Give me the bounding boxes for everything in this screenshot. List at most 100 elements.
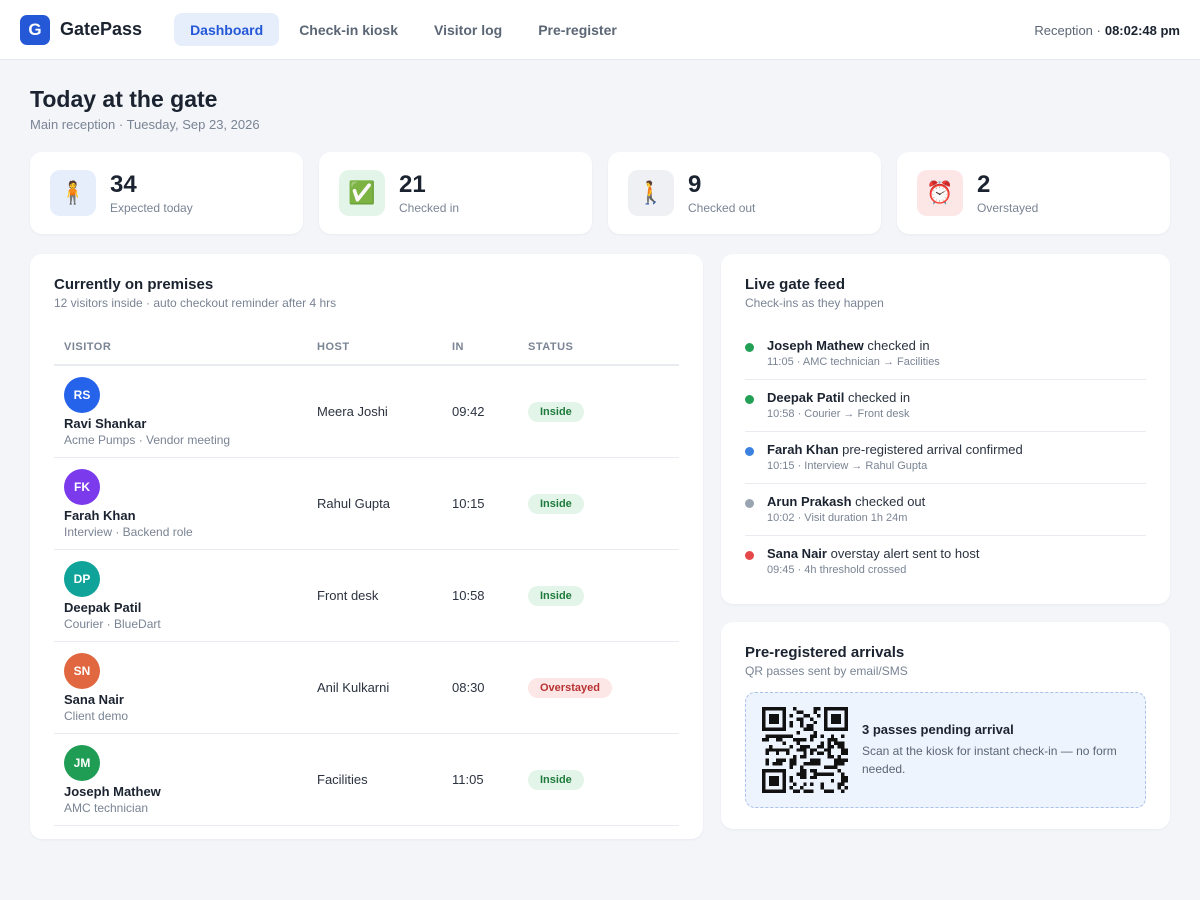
nav-dashboard[interactable]: Dashboard (174, 13, 280, 46)
feed-action: checked in (844, 390, 911, 405)
host-cell: Meera Joshi (317, 404, 388, 419)
check-in-time: 10:15 (452, 496, 485, 511)
feed-meta: 10:58 · Courier → Front desk (767, 408, 910, 420)
visitor-name: Ravi Shankar (64, 415, 147, 431)
premises-subtitle: 12 visitors inside · auto checkout remin… (54, 296, 337, 310)
visitor-meta: Courier · BlueDart (64, 616, 161, 631)
logo-icon: G (20, 14, 50, 45)
visitor-cell: FK Farah Khan Interview · Backend role (54, 468, 317, 539)
location-clock: Reception · 08:02:48 pm (1034, 0, 1180, 60)
table-row[interactable]: DP Deepak Patil Courier · BlueDart Front de… (54, 550, 679, 642)
visitor-name: Deepak Patil (64, 599, 142, 615)
status-dot-icon (745, 395, 754, 404)
feed-meta: 09:45 · 4h threshold crossed (767, 564, 907, 576)
table-row[interactable]: FK Farah Khan Interview · Backend role Rahu… (54, 458, 679, 550)
visitor-cell: JM Joseph Mathew AMC technician (54, 744, 317, 815)
feed-item[interactable]: Farah Khan pre-registered arrival confir… (745, 432, 1146, 484)
status-badge: Inside (528, 769, 584, 790)
main-nav: Dashboard Check-in kiosk Visitor log Pre… (174, 13, 637, 46)
premises-title: Currently on premises (54, 276, 214, 293)
table-row[interactable]: JM Joseph Mathew AMC technician Facilities 1… (54, 734, 679, 826)
alarm-clock-icon: ⏰ (917, 170, 963, 216)
stat-card-checked-in[interactable]: ✅ 21 Checked in (319, 152, 592, 234)
feed-event: Deepak Patil checked in (767, 390, 1146, 405)
check-icon: ✅ (339, 170, 385, 216)
feed-event: Sana Nair overstay alert sent to host (767, 546, 1146, 561)
brand[interactable]: G GatePass (20, 14, 143, 45)
status-dot-icon (745, 343, 754, 352)
visitors-table: VISITOR HOST IN STATUS RS Ravi Shankar Acm… (54, 330, 679, 826)
feed-person: Joseph Mathew (767, 338, 864, 353)
feed-event: Farah Khan pre-registered arrival confir… (767, 442, 1146, 457)
stat-value: 9 (688, 170, 702, 198)
status-dot-icon (745, 499, 754, 508)
visitor-name: Sana Nair (64, 691, 124, 707)
visitor-meta: AMC technician (64, 800, 149, 815)
check-in-time: 09:42 (452, 404, 485, 419)
column-header-in[interactable]: IN (452, 341, 528, 353)
feed-meta: 10:02 · Visit duration 1h 24m (767, 512, 908, 524)
status-badge: Inside (528, 401, 584, 422)
check-in-time: 11:05 (452, 772, 484, 787)
page-subtitle: Main reception · Tuesday, Sep 23, 2026 (30, 117, 260, 132)
stat-card-checked-out[interactable]: 🚶 9 Checked out (608, 152, 881, 234)
app-name: GatePass (60, 19, 143, 39)
host-cell: Facilities (317, 772, 368, 787)
feed-event: Arun Prakash checked out (767, 494, 1146, 509)
column-header-status[interactable]: STATUS (528, 341, 678, 353)
nav-pre-register[interactable]: Pre-register (522, 13, 633, 46)
person-standing-icon: 🧍 (50, 170, 96, 216)
nav-check-in-kiosk[interactable]: Check-in kiosk (283, 13, 414, 46)
avatar: SN (64, 652, 100, 689)
stat-card-overstayed[interactable]: ⏰ 2 Overstayed (897, 152, 1170, 234)
person-walking-icon: 🚶 (628, 170, 674, 216)
feed-item[interactable]: Deepak Patil checked in 10:58 · Courier →… (745, 380, 1146, 432)
host-cell: Anil Kulkarni (317, 680, 390, 695)
avatar: JM (64, 744, 100, 781)
status-badge: Overstayed (528, 677, 612, 698)
stat-label: Overstayed (977, 200, 1039, 215)
visitor-meta: Acme Pumps · Vendor meeting (64, 432, 231, 447)
gate-feed-card: Live gate feed Check-ins as they happen … (721, 254, 1170, 604)
feed-item[interactable]: Sana Nair overstay alert sent to host 09:… (745, 536, 1146, 588)
table-row[interactable]: RS Ravi Shankar Acme Pumps · Vendor meetin… (54, 366, 679, 458)
host-cell: Front desk (317, 588, 379, 603)
visitor-cell: SN Sana Nair Client demo (54, 652, 317, 723)
feed-person: Deepak Patil (767, 390, 845, 405)
column-header-host[interactable]: HOST (317, 341, 452, 353)
column-header-visitor[interactable]: VISITOR (54, 341, 317, 353)
qr-pass-box[interactable]: 3 passes pending arrival Scan at the kio… (745, 692, 1146, 808)
top-bar: G GatePass Dashboard Check-in kiosk Visi… (0, 0, 1200, 60)
status-dot-icon (745, 447, 754, 456)
feed-person: Sana Nair (767, 546, 827, 561)
table-row[interactable]: SN Sana Nair Client demo Anil Kulkarni 08:30… (54, 642, 679, 734)
table-header: VISITOR HOST IN STATUS (54, 330, 679, 366)
visitor-cell: DP Deepak Patil Courier · BlueDart (54, 560, 317, 631)
qr-instructions: Scan at the kiosk for instant check-in —… (862, 744, 1117, 776)
feed-event: Joseph Mathew checked in (767, 338, 1146, 353)
pending-passes: 3 passes pending arrival (862, 722, 1014, 737)
feed-meta: 10:15 · Interview → Rahul Gupta (767, 460, 928, 472)
feed-action: checked in (863, 338, 930, 353)
feed-item[interactable]: Arun Prakash checked out 10:02 · Visit du… (745, 484, 1146, 536)
visitor-name: Joseph Mathew (64, 783, 161, 799)
avatar: RS (64, 376, 100, 413)
qr-code-icon (762, 707, 848, 793)
nav-visitor-log[interactable]: Visitor log (418, 13, 518, 46)
check-in-time: 08:30 (452, 680, 485, 695)
avatar: DP (64, 560, 100, 597)
stats-row: 🧍 34 Expected today ✅ 21 Checked in 🚶 9 … (30, 152, 1170, 234)
status-badge: Inside (528, 493, 584, 514)
visitor-cell: RS Ravi Shankar Acme Pumps · Vendor meetin… (54, 376, 317, 447)
stat-label: Expected today (110, 200, 193, 215)
status-dot-icon (745, 551, 754, 560)
premises-card: Currently on premises 12 visitors inside… (30, 254, 703, 839)
stat-card-expected[interactable]: 🧍 34 Expected today (30, 152, 303, 234)
feed-action: overstay alert sent to host (826, 546, 980, 561)
feed-meta: 11:05 · AMC technician → Facilities (767, 356, 940, 368)
feed-action: pre-registered arrival confirmed (838, 442, 1023, 457)
feed-item[interactable]: Joseph Mathew checked in 11:05 · AMC tech… (745, 328, 1146, 380)
stat-value: 21 (399, 170, 426, 198)
status-badge: Inside (528, 585, 584, 606)
feed-action: checked out (851, 494, 926, 509)
